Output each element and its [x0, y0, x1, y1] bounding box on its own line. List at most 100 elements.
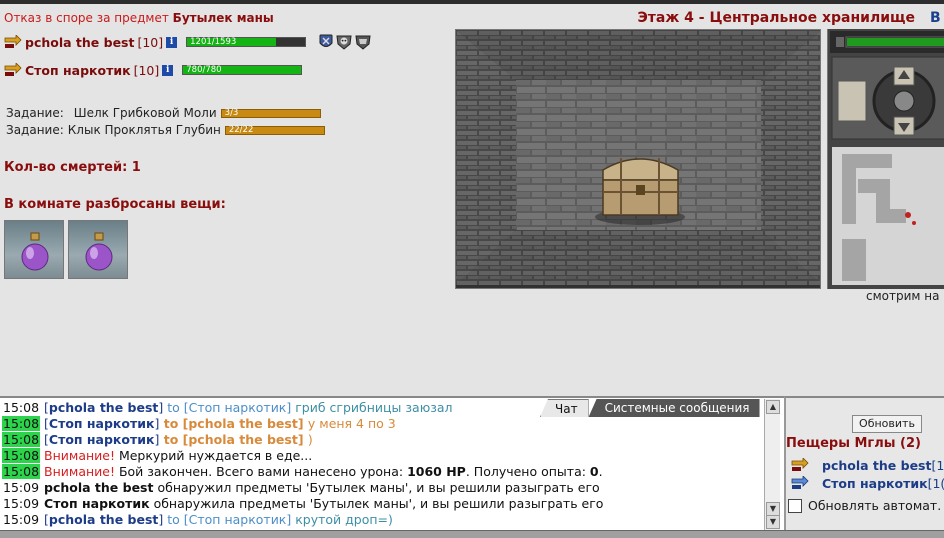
hp-text: 780/780 — [186, 65, 222, 75]
chat-text: Бой закончен. Всего вами нанесено урона: — [118, 464, 408, 479]
chat-name: pchola the best — [44, 480, 154, 495]
chat-text: гриб сгрибницы заюзал — [295, 400, 453, 415]
item-slot-mana-potion[interactable] — [68, 220, 128, 279]
scroll-down-icon[interactable]: ▼ — [766, 515, 780, 529]
item-slot-mana-potion[interactable] — [4, 220, 64, 279]
room-items-title: В комнате разбросаны вещи: — [4, 197, 226, 212]
chat-text: . Получено опыта: — [465, 464, 590, 479]
chat-message: 15:08 Внимание! Бой закончен. Всего вами… — [2, 464, 603, 480]
chat-name: 1060 HP — [407, 464, 466, 479]
shield-icon[interactable] — [319, 34, 333, 50]
task-label: Задание: — [6, 123, 64, 137]
player-name[interactable]: Стоп наркотик — [25, 63, 131, 78]
chat-text: ) — [307, 432, 313, 447]
tab-system-messages[interactable]: Системные сообщения — [588, 399, 760, 417]
chat-timestamp: 15:09 — [3, 480, 40, 495]
player-row-2: Стоп наркотик [10] i 780/780 — [4, 60, 303, 80]
hp-bar: 1201/1593 — [186, 37, 307, 47]
chat-text: обнаружил предметы 'Бутылек маны', и вы … — [153, 480, 600, 495]
player-level: [10] — [137, 34, 164, 50]
task-progress-text: 3/3 — [224, 107, 239, 118]
chat-message: 15:09 pchola the best обнаружил предметы… — [2, 480, 600, 496]
task-name: Клык Проклятья Глубин — [67, 123, 221, 137]
member-name[interactable]: Стоп наркотик — [822, 476, 928, 491]
death-count: Кол-во смертей: 1 — [4, 160, 141, 175]
group-member-row[interactable]: pchola the best[1 — [790, 457, 944, 473]
chat-text: to [Стоп наркотик] — [163, 512, 296, 527]
chat-name[interactable]: Стоп наркотик — [49, 432, 155, 447]
dungeon-scene — [456, 30, 820, 288]
chat-message: 15:08 Внимание! Меркурий нуждается в еде… — [2, 448, 312, 464]
member-level: [1 — [931, 457, 944, 473]
chat-timestamp: 15:08 — [2, 416, 41, 431]
potion-icon — [85, 232, 113, 271]
group-leader-icon — [4, 35, 22, 48]
task-row-2: Задание: Клык Проклятья Глубин 22/22 — [6, 123, 325, 137]
auto-refresh-label: Обновлять автомат. — [808, 498, 942, 513]
game-view-area: Отказ в споре за предмет Бутылек маны pc… — [0, 0, 944, 396]
skull-badge-icon[interactable] — [336, 34, 352, 50]
chat-name[interactable]: pchola the best — [49, 400, 158, 415]
chat-name: Стоп наркотик — [44, 496, 150, 511]
scroll-up-icon[interactable]: ▲ — [766, 400, 780, 414]
chat-message: 15:08 [Стоп наркотик] to [pchola the bes… — [2, 432, 313, 448]
auto-refresh-toggle[interactable]: Обновлять автомат. — [788, 498, 941, 513]
skull-badge-icon[interactable] — [355, 34, 371, 50]
group-member-icon — [4, 63, 22, 76]
chat-timestamp: 15:08 — [2, 448, 41, 463]
chat-name[interactable]: Стоп наркотик — [49, 416, 155, 431]
chat-timestamp: 15:08 — [2, 432, 41, 447]
player-name[interactable]: pchola the best — [25, 35, 134, 50]
top-border — [0, 0, 944, 4]
floor-title-extra: В — [930, 10, 941, 26]
chat-message: 15:08 [pchola the best] to [Стоп наркоти… — [2, 400, 453, 416]
chat-timestamp: 15:08 — [2, 464, 41, 479]
group-leader-icon — [791, 458, 809, 471]
task-progress-bar: 3/3 — [220, 107, 321, 118]
group-member-icon — [791, 476, 809, 489]
task-name: Шелк Грибковой Моли — [73, 106, 217, 120]
chat-timestamp: 15:08 — [3, 400, 40, 415]
chat-tabs: Чат Системные сообщения — [540, 399, 760, 417]
refresh-button[interactable]: Обновить — [852, 415, 922, 433]
dispute-notice: Отказ в споре за предмет Бутылек маны — [4, 11, 274, 25]
chat-text: to [Стоп наркотик] — [163, 400, 296, 415]
tab-chat[interactable]: Чат — [540, 399, 589, 417]
task-progress-bar: 22/22 — [224, 125, 325, 135]
dispute-item[interactable]: Бутылек маны — [173, 11, 274, 25]
look-hint: смотрим на в — [866, 289, 944, 303]
chat-timestamp: 15:09 — [3, 496, 40, 511]
chat-name[interactable]: pchola the best — [49, 512, 158, 527]
auto-refresh-checkbox[interactable] — [788, 498, 802, 513]
chat-text: to [pchola the best] — [159, 416, 308, 431]
chat-name: 0 — [589, 464, 599, 479]
bottom-toolbar — [0, 530, 944, 538]
hp-bar: 780/780 — [182, 65, 303, 75]
chat-text: у меня 4 по 3 — [307, 416, 396, 431]
chat-text: Меркурий нуждается в еде... — [118, 448, 313, 463]
floor-title: Этаж 4 - Центральное хранилище — [637, 10, 915, 26]
chat-message: 15:08 [Стоп наркотик] to [pchola the bes… — [2, 416, 396, 432]
chat-text: Внимание! — [44, 448, 119, 463]
group-member-row[interactable]: Стоп наркотик[1( — [790, 475, 944, 491]
minimap-panel — [827, 29, 944, 289]
chat-text: Внимание! — [44, 464, 119, 479]
chat-scrollbar[interactable]: ▲ ▼ ▼ — [764, 399, 780, 530]
minimap — [828, 29, 944, 289]
chat-timestamp: 15:09 — [3, 512, 40, 527]
player-level: [10] — [133, 62, 160, 78]
chest-icon — [595, 158, 685, 225]
chat-message: 15:09 [pchola the best] to [Стоп наркоти… — [2, 512, 393, 528]
task-label: Задание: — [6, 106, 64, 120]
dungeon-3d-view[interactable] — [455, 29, 821, 289]
scroll-down-icon[interactable]: ▼ — [766, 502, 780, 516]
group-panel: Обновить Пещеры Мглы (2) pchola the best… — [784, 396, 944, 530]
dispute-text: Отказ в споре за предмет — [4, 11, 169, 25]
chat-text: обнаружила предметы 'Бутылек маны', и вы… — [149, 496, 604, 511]
task-row-1: Задание: Шелк Грибковой Моли 3/3 — [6, 106, 321, 120]
member-level: [1( — [927, 475, 944, 491]
potion-icon — [21, 232, 49, 271]
member-name[interactable]: pchola the best — [822, 458, 931, 473]
info-icon[interactable]: i — [166, 36, 178, 48]
info-icon[interactable]: i — [162, 64, 174, 76]
